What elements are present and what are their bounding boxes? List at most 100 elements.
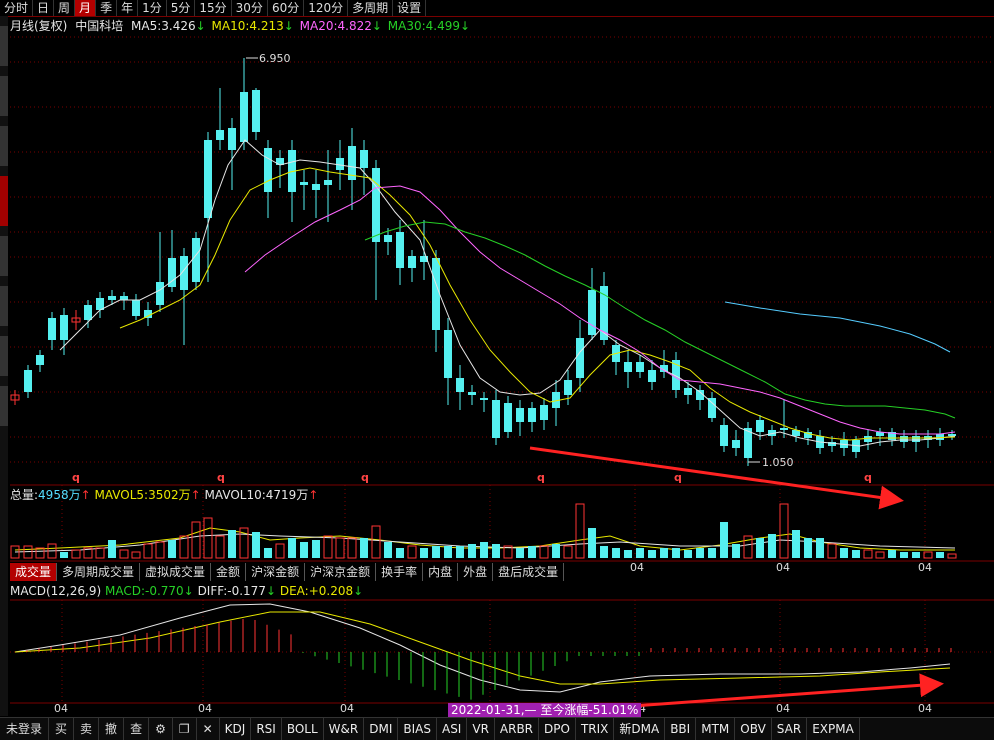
close-icon[interactable]: ✕ [197, 718, 220, 740]
indicator-tab[interactable]: DPO [539, 718, 576, 740]
ma5-label: MA5: [131, 19, 162, 33]
trade-button[interactable]: 撤 [99, 718, 125, 740]
gear-icon[interactable]: ⚙ [149, 718, 173, 740]
ma20-label: MA20: [299, 19, 338, 33]
volume-bar-up [275, 543, 285, 559]
x-tick-label: 04 [776, 702, 790, 715]
volume-bar-down [288, 538, 296, 558]
x-tick-label: 04 [340, 702, 354, 715]
window-icon[interactable]: ❐ [173, 718, 197, 740]
volume-bar-down [636, 548, 644, 558]
candle-body-down [60, 315, 68, 340]
volume-bar-down [756, 538, 764, 558]
indicator-tab[interactable]: DMI [364, 718, 399, 740]
volume-bar-down [708, 548, 716, 558]
indicator-tab[interactable]: TRIX [576, 718, 615, 740]
volume-bar-down [936, 552, 944, 558]
indicator-tab[interactable]: RSI [251, 718, 282, 740]
candle-body-down [912, 436, 920, 442]
total-volume-label: 总量: [10, 488, 39, 502]
volume-indicator-tab[interactable]: 内盘 [423, 563, 459, 581]
macd-panel [26, 619, 952, 700]
volume-bar-up [131, 551, 141, 559]
volume-bar-down [60, 552, 68, 558]
candle-body-down [528, 408, 536, 422]
indicator-tab[interactable]: SAR [772, 718, 808, 740]
trade-button[interactable]: 卖 [74, 718, 100, 740]
marker-q: q [361, 471, 369, 484]
volume-bar-down [516, 548, 524, 558]
volume-bar-up [143, 543, 153, 559]
volume-bar-up [203, 517, 213, 559]
indicator-tab[interactable]: BBI [665, 718, 697, 740]
mavol5-value: 3502万 [148, 488, 191, 502]
volume-bar-up [563, 545, 573, 559]
indicator-tab[interactable]: OBV [735, 718, 772, 740]
trade-button[interactable]: 买 [49, 718, 75, 740]
bottom-toolbar: 未登录买卖撤查 ⚙ ❐ ✕ KDJ RSI BOLL W&R DMI BIAS ASI VR ARBR D… [0, 717, 994, 740]
candle-body-down [336, 158, 344, 170]
candle-body-down [156, 282, 164, 305]
candle-body-down [408, 256, 416, 268]
x-tick-label: 04 [198, 702, 212, 715]
volume-bar-down [300, 542, 308, 558]
volume-indicator-tab[interactable]: 虚拟成交量 [140, 563, 212, 581]
volume-indicator-tab[interactable]: 金额 [211, 563, 247, 581]
chart-canvas[interactable]: 6.9501.050qqqqqq 04040404040404040404040… [0, 0, 994, 739]
indicator-tab[interactable]: VR [467, 718, 495, 740]
candle-body-down [864, 436, 872, 442]
candle-body-down [708, 398, 716, 418]
x-tick-label: 04 [918, 702, 932, 715]
volume-bar-up [575, 503, 585, 559]
indicator-tab[interactable]: BOLL [282, 718, 324, 740]
trade-button[interactable]: 查 [124, 718, 150, 740]
ma-long-line [724, 301, 951, 353]
volume-bar-up [875, 551, 885, 559]
candle-body-down [396, 232, 404, 268]
mavol10-value: 4719万 [265, 488, 309, 502]
candle-body-down [132, 300, 140, 316]
indicator-tab[interactable]: EXPMA [807, 718, 860, 740]
macd-info-bar: MACD(12,26,9) MACD:-0.770↓ DIFF:-0.177↓ … [10, 583, 363, 599]
volume-bar-down [792, 530, 800, 558]
indicator-tab[interactable]: BIAS [398, 718, 437, 740]
volume-bar-up [371, 525, 381, 559]
volume-bar-up [119, 549, 129, 559]
macd-title: MACD(12,26,9) [10, 584, 102, 598]
candle-body-down [492, 400, 500, 438]
volume-bar-down [384, 542, 392, 558]
low-price-label: 1.050 [762, 456, 794, 469]
indicator-tab[interactable]: 新DMA [614, 718, 666, 740]
candle-body-down [444, 330, 452, 378]
candle-body-down [228, 128, 236, 150]
volume-bar-down [228, 530, 236, 558]
candle-body-down [588, 290, 596, 335]
macd-arrow: ↓ [183, 584, 194, 598]
candle-body-down [360, 150, 368, 168]
volume-bar-up [323, 535, 333, 559]
volume-bar-down [840, 548, 848, 558]
ma30-value: 4.499 [425, 19, 461, 33]
volume-bar-up [335, 537, 345, 559]
indicator-tab[interactable]: W&R [324, 718, 365, 740]
volume-bar-down [312, 540, 320, 558]
indicator-tab[interactable]: MTM [696, 718, 736, 740]
volume-indicator-tabs: 成交量 多周期成交量 虚拟成交量 金额 沪深金额 沪深京金额 换手率 内盘 外盘 盘后成交量 [10, 563, 565, 581]
volume-indicator-tab[interactable]: 沪深京金额 [305, 563, 377, 581]
indicator-tab[interactable]: KDJ [220, 718, 252, 740]
price-info-bar: 月线(复权) 中国科培 MA5:3.426↓ MA10:4.213↓ MA20:… [10, 18, 470, 34]
ma10-label: MA10: [211, 19, 250, 33]
volume-indicator-tab[interactable]: 成交量 [10, 563, 58, 581]
candle-body-down [732, 440, 740, 448]
volume-indicator-tab[interactable]: 盘后成交量 [493, 563, 565, 581]
indicator-tab[interactable]: ASI [437, 718, 468, 740]
indicator-tab[interactable]: ARBR [495, 718, 540, 740]
volume-indicator-tab[interactable]: 沪深金额 [246, 563, 306, 581]
volume-bar-down [528, 546, 536, 558]
candle-body-down [120, 296, 128, 300]
trade-button[interactable]: 未登录 [0, 718, 50, 740]
volume-indicator-tab[interactable]: 换手率 [376, 563, 424, 581]
volume-indicator-tab[interactable]: 多周期成交量 [57, 563, 141, 581]
macd-value: -0.770 [144, 584, 184, 598]
volume-indicator-tab[interactable]: 外盘 [458, 563, 494, 581]
